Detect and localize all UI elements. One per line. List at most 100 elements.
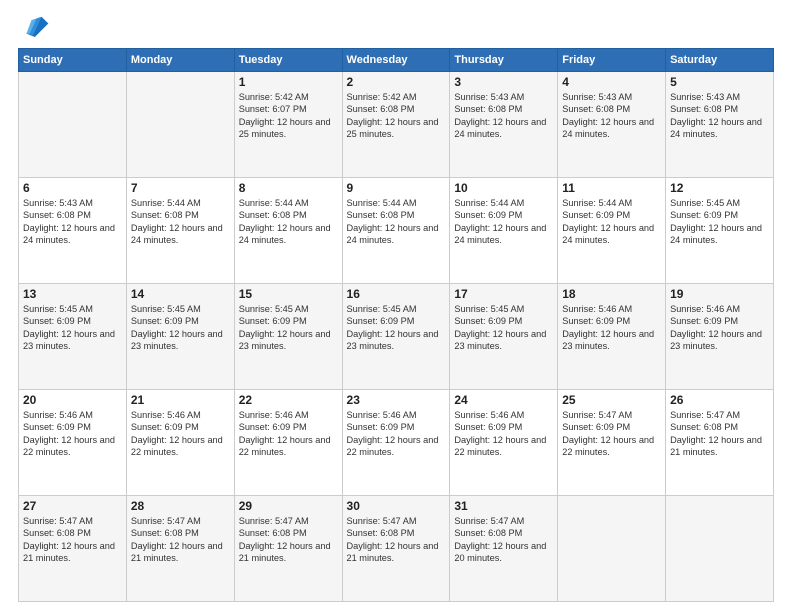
day-info: Sunrise: 5:45 AM Sunset: 6:09 PM Dayligh… xyxy=(23,303,122,353)
day-cell: 7 Sunrise: 5:44 AM Sunset: 6:08 PM Daylig… xyxy=(126,178,234,284)
day-number: 24 xyxy=(454,393,553,407)
day-cell: 16 Sunrise: 5:45 AM Sunset: 6:09 PM Dayli… xyxy=(342,284,450,390)
week-row-4: 27 Sunrise: 5:47 AM Sunset: 6:08 PM Dayli… xyxy=(19,496,774,602)
day-cell: 22 Sunrise: 5:46 AM Sunset: 6:09 PM Dayli… xyxy=(234,390,342,496)
day-cell: 10Sunrise: 5:44 AM Sunset: 6:09 PM Dayli… xyxy=(450,178,558,284)
day-number: 18 xyxy=(562,287,661,301)
day-info: Sunrise: 5:47 AM Sunset: 6:09 PM Dayligh… xyxy=(562,409,661,459)
day-number: 21 xyxy=(131,393,230,407)
day-cell: 30 Sunrise: 5:47 AM Sunset: 6:08 PM Dayli… xyxy=(342,496,450,602)
day-number: 23 xyxy=(347,393,446,407)
week-row-0: 1 Sunrise: 5:42 AM Sunset: 6:07 PM Daylig… xyxy=(19,72,774,178)
page: SundayMondayTuesdayWednesdayThursdayFrid… xyxy=(0,0,792,612)
day-cell: 12Sunrise: 5:45 AM Sunset: 6:09 PM Dayli… xyxy=(666,178,774,284)
day-cell: 28 Sunrise: 5:47 AM Sunset: 6:08 PM Dayli… xyxy=(126,496,234,602)
day-number: 22 xyxy=(239,393,338,407)
day-number: 29 xyxy=(239,499,338,513)
calendar-table: SundayMondayTuesdayWednesdayThursdayFrid… xyxy=(18,48,774,602)
day-cell: 27 Sunrise: 5:47 AM Sunset: 6:08 PM Dayli… xyxy=(19,496,127,602)
day-cell: 15Sunrise: 5:45 AM Sunset: 6:09 PM Dayli… xyxy=(234,284,342,390)
logo-icon xyxy=(18,10,50,42)
header-cell-friday: Friday xyxy=(558,49,666,72)
day-number: 14 xyxy=(131,287,230,301)
day-info: Sunrise: 5:45 AM Sunset: 6:09 PM Dayligh… xyxy=(239,303,338,353)
header-cell-sunday: Sunday xyxy=(19,49,127,72)
day-cell: 25 Sunrise: 5:47 AM Sunset: 6:09 PM Dayli… xyxy=(558,390,666,496)
header-cell-wednesday: Wednesday xyxy=(342,49,450,72)
day-number: 1 xyxy=(239,75,338,89)
day-info: Sunrise: 5:44 AM Sunset: 6:08 PM Dayligh… xyxy=(131,197,230,247)
header-cell-monday: Monday xyxy=(126,49,234,72)
header-cell-saturday: Saturday xyxy=(666,49,774,72)
day-number: 27 xyxy=(23,499,122,513)
header-cell-tuesday: Tuesday xyxy=(234,49,342,72)
day-info: Sunrise: 5:44 AM Sunset: 6:09 PM Dayligh… xyxy=(454,197,553,247)
day-cell: 3Sunrise: 5:43 AM Sunset: 6:08 PM Daylig… xyxy=(450,72,558,178)
header-cell-thursday: Thursday xyxy=(450,49,558,72)
day-number: 20 xyxy=(23,393,122,407)
day-info: Sunrise: 5:47 AM Sunset: 6:08 PM Dayligh… xyxy=(454,515,553,565)
day-number: 9 xyxy=(347,181,446,195)
day-cell: 19Sunrise: 5:46 AM Sunset: 6:09 PM Dayli… xyxy=(666,284,774,390)
day-cell: 29Sunrise: 5:47 AM Sunset: 6:08 PM Dayli… xyxy=(234,496,342,602)
day-number: 31 xyxy=(454,499,553,513)
day-number: 11 xyxy=(562,181,661,195)
day-cell: 23 Sunrise: 5:46 AM Sunset: 6:09 PM Dayli… xyxy=(342,390,450,496)
day-info: Sunrise: 5:46 AM Sunset: 6:09 PM Dayligh… xyxy=(131,409,230,459)
day-number: 26 xyxy=(670,393,769,407)
day-number: 25 xyxy=(562,393,661,407)
day-cell: 18Sunrise: 5:46 AM Sunset: 6:09 PM Dayli… xyxy=(558,284,666,390)
day-number: 2 xyxy=(347,75,446,89)
day-cell: 1 Sunrise: 5:42 AM Sunset: 6:07 PM Daylig… xyxy=(234,72,342,178)
day-info: Sunrise: 5:43 AM Sunset: 6:08 PM Dayligh… xyxy=(454,91,553,141)
day-info: Sunrise: 5:46 AM Sunset: 6:09 PM Dayligh… xyxy=(670,303,769,353)
day-cell: 8Sunrise: 5:44 AM Sunset: 6:08 PM Daylig… xyxy=(234,178,342,284)
day-cell: 14 Sunrise: 5:45 AM Sunset: 6:09 PM Dayli… xyxy=(126,284,234,390)
day-cell xyxy=(558,496,666,602)
day-info: Sunrise: 5:44 AM Sunset: 6:08 PM Dayligh… xyxy=(347,197,446,247)
day-number: 13 xyxy=(23,287,122,301)
day-info: Sunrise: 5:45 AM Sunset: 6:09 PM Dayligh… xyxy=(454,303,553,353)
day-info: Sunrise: 5:45 AM Sunset: 6:09 PM Dayligh… xyxy=(347,303,446,353)
day-info: Sunrise: 5:47 AM Sunset: 6:08 PM Dayligh… xyxy=(23,515,122,565)
day-cell: 13 Sunrise: 5:45 AM Sunset: 6:09 PM Dayli… xyxy=(19,284,127,390)
day-info: Sunrise: 5:46 AM Sunset: 6:09 PM Dayligh… xyxy=(239,409,338,459)
day-number: 7 xyxy=(131,181,230,195)
day-number: 28 xyxy=(131,499,230,513)
day-info: Sunrise: 5:47 AM Sunset: 6:08 PM Dayligh… xyxy=(131,515,230,565)
calendar-body: 1 Sunrise: 5:42 AM Sunset: 6:07 PM Daylig… xyxy=(19,72,774,602)
day-cell: 21 Sunrise: 5:46 AM Sunset: 6:09 PM Dayli… xyxy=(126,390,234,496)
day-cell xyxy=(126,72,234,178)
header-row: SundayMondayTuesdayWednesdayThursdayFrid… xyxy=(19,49,774,72)
day-info: Sunrise: 5:44 AM Sunset: 6:08 PM Dayligh… xyxy=(239,197,338,247)
day-number: 30 xyxy=(347,499,446,513)
day-info: Sunrise: 5:46 AM Sunset: 6:09 PM Dayligh… xyxy=(347,409,446,459)
day-info: Sunrise: 5:46 AM Sunset: 6:09 PM Dayligh… xyxy=(23,409,122,459)
day-cell: 20 Sunrise: 5:46 AM Sunset: 6:09 PM Dayli… xyxy=(19,390,127,496)
week-row-1: 6 Sunrise: 5:43 AM Sunset: 6:08 PM Daylig… xyxy=(19,178,774,284)
calendar-header: SundayMondayTuesdayWednesdayThursdayFrid… xyxy=(19,49,774,72)
day-info: Sunrise: 5:43 AM Sunset: 6:08 PM Dayligh… xyxy=(670,91,769,141)
day-info: Sunrise: 5:47 AM Sunset: 6:08 PM Dayligh… xyxy=(670,409,769,459)
day-cell: 31 Sunrise: 5:47 AM Sunset: 6:08 PM Dayli… xyxy=(450,496,558,602)
day-info: Sunrise: 5:44 AM Sunset: 6:09 PM Dayligh… xyxy=(562,197,661,247)
day-cell: 17 Sunrise: 5:45 AM Sunset: 6:09 PM Dayli… xyxy=(450,284,558,390)
day-info: Sunrise: 5:45 AM Sunset: 6:09 PM Dayligh… xyxy=(670,197,769,247)
day-info: Sunrise: 5:43 AM Sunset: 6:08 PM Dayligh… xyxy=(23,197,122,247)
day-info: Sunrise: 5:47 AM Sunset: 6:08 PM Dayligh… xyxy=(347,515,446,565)
day-number: 4 xyxy=(562,75,661,89)
day-cell: 2 Sunrise: 5:42 AM Sunset: 6:08 PM Daylig… xyxy=(342,72,450,178)
day-number: 16 xyxy=(347,287,446,301)
day-info: Sunrise: 5:42 AM Sunset: 6:07 PM Dayligh… xyxy=(239,91,338,141)
day-cell: 9 Sunrise: 5:44 AM Sunset: 6:08 PM Daylig… xyxy=(342,178,450,284)
day-info: Sunrise: 5:42 AM Sunset: 6:08 PM Dayligh… xyxy=(347,91,446,141)
header xyxy=(18,10,774,42)
day-number: 6 xyxy=(23,181,122,195)
day-info: Sunrise: 5:46 AM Sunset: 6:09 PM Dayligh… xyxy=(454,409,553,459)
day-number: 17 xyxy=(454,287,553,301)
day-info: Sunrise: 5:45 AM Sunset: 6:09 PM Dayligh… xyxy=(131,303,230,353)
day-cell: 6 Sunrise: 5:43 AM Sunset: 6:08 PM Daylig… xyxy=(19,178,127,284)
day-cell: 24 Sunrise: 5:46 AM Sunset: 6:09 PM Dayli… xyxy=(450,390,558,496)
day-cell xyxy=(19,72,127,178)
day-cell: 11 Sunrise: 5:44 AM Sunset: 6:09 PM Dayli… xyxy=(558,178,666,284)
